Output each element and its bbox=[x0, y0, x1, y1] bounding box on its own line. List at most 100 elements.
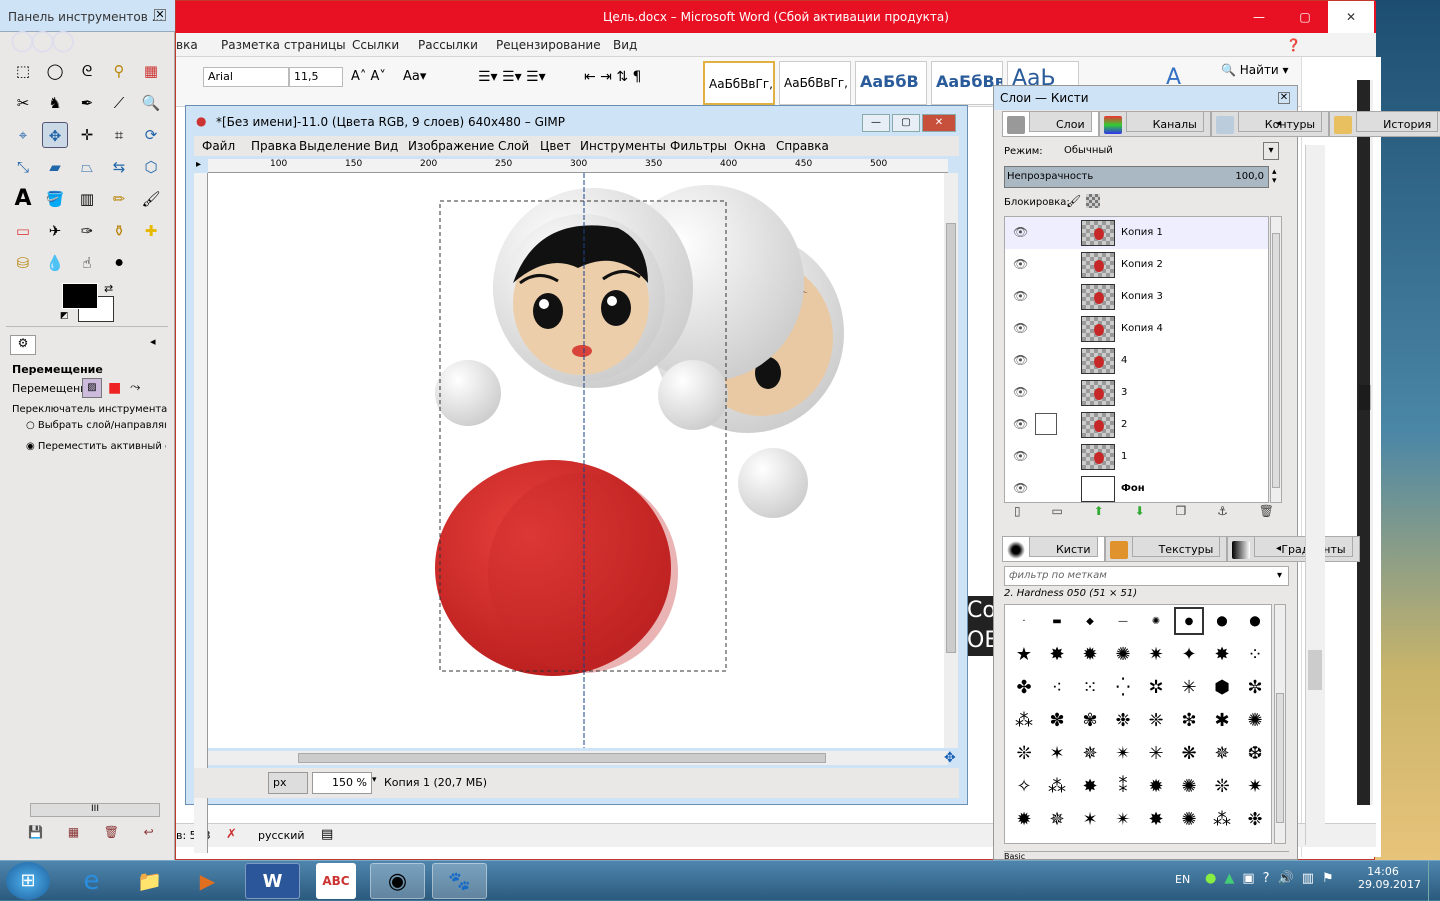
menu-select[interactable]: Выделение bbox=[299, 139, 370, 153]
image-canvas[interactable] bbox=[208, 173, 944, 748]
new-layer-icon[interactable]: ▯ bbox=[1014, 504, 1021, 518]
color-picker-icon[interactable]: ⟋ bbox=[106, 90, 132, 116]
brush-cell[interactable]: ✸ bbox=[1042, 640, 1072, 668]
brush-cell[interactable]: ⁑ bbox=[1108, 772, 1138, 800]
brush-cell[interactable]: ✶ bbox=[1075, 805, 1105, 833]
word-taskbar-icon[interactable]: W bbox=[245, 863, 300, 899]
brush-cell[interactable]: ✺ bbox=[1174, 805, 1204, 833]
lock-pixels-icon[interactable]: 🖌 bbox=[1066, 194, 1081, 208]
menu-colors[interactable]: Цвет bbox=[540, 139, 571, 153]
layers-scrollbar[interactable] bbox=[1270, 216, 1282, 503]
airbrush-icon[interactable]: ✈ bbox=[42, 218, 68, 244]
pencil-icon[interactable]: ✏ bbox=[106, 186, 132, 212]
brush-cell[interactable]: ❇ bbox=[1174, 706, 1204, 734]
brush-cell[interactable]: ✹ bbox=[1009, 805, 1039, 833]
menu-view[interactable]: Вид bbox=[374, 139, 398, 153]
layer-row[interactable]: 👁 3 bbox=[1005, 377, 1268, 409]
help-icon[interactable]: ❓ bbox=[1286, 38, 1301, 52]
media-player-icon[interactable]: ▶ bbox=[180, 863, 235, 899]
ie-icon[interactable]: e bbox=[64, 863, 119, 899]
brush-cell[interactable]: ✸ bbox=[1207, 640, 1237, 668]
macro-icon[interactable]: ▤ bbox=[321, 827, 333, 842]
dodge-burn-icon[interactable]: ⚫ bbox=[106, 250, 132, 276]
align-icon[interactable]: ✛ bbox=[74, 122, 100, 148]
brush-cell[interactable]: ⁖ bbox=[1042, 673, 1072, 701]
change-case-icon[interactable]: Aa▾ bbox=[403, 69, 426, 84]
brush-cell[interactable]: ✶ bbox=[1042, 739, 1072, 767]
brush-cell[interactable]: ✺ bbox=[1240, 706, 1270, 734]
show-desktop-button[interactable] bbox=[1428, 861, 1440, 901]
brush-cell[interactable]: ✱ bbox=[1207, 706, 1237, 734]
tab-brushes[interactable]: Кисти bbox=[1002, 536, 1105, 562]
brush-cell[interactable]: ⬤ bbox=[1240, 607, 1270, 635]
brush-cell[interactable]: ✷ bbox=[1240, 772, 1270, 800]
gradient-icon[interactable]: ▥ bbox=[74, 186, 100, 212]
brush-cell[interactable]: ⁂ bbox=[1207, 805, 1237, 833]
close-icon[interactable]: ✕ bbox=[154, 9, 166, 21]
tab-layout[interactable]: Разметка страницы bbox=[221, 38, 346, 52]
brush-cell[interactable]: ⁘ bbox=[1240, 640, 1270, 668]
move-selection-icon[interactable]: ■ bbox=[108, 380, 121, 396]
ink-icon[interactable]: ✑ bbox=[74, 218, 100, 244]
tab-paths[interactable]: Контуры bbox=[1210, 111, 1330, 137]
menu-filters[interactable]: Фильтры bbox=[670, 139, 727, 153]
bullets-icon[interactable]: ☰▾ ☰▾ ☰▾ bbox=[478, 69, 546, 85]
radio-pick-layer[interactable]: ○ Выбрать слой/направляю bbox=[26, 420, 166, 431]
free-select-icon[interactable]: ᘓ bbox=[74, 58, 100, 84]
layer-row[interactable]: 👁 Фон bbox=[1005, 473, 1268, 505]
layer-row[interactable]: 👁 Копия 4 bbox=[1005, 313, 1268, 345]
indent-icon[interactable]: ⇤ ⇥ ⇅ ¶ bbox=[584, 69, 641, 85]
help-tray-icon[interactable]: ? bbox=[1263, 871, 1270, 886]
visibility-eye-icon[interactable]: 👁 bbox=[1013, 417, 1028, 431]
menu-windows[interactable]: Окна bbox=[734, 139, 766, 153]
brush-cell[interactable]: ✺ bbox=[1108, 640, 1138, 668]
mode-select[interactable]: Обычный ▾ bbox=[1064, 142, 1279, 162]
brush-cell[interactable]: ❊ bbox=[1207, 772, 1237, 800]
tab-view[interactable]: Вид bbox=[613, 38, 637, 52]
duplicate-layer-icon[interactable]: ❐ bbox=[1176, 504, 1187, 518]
brush-cell[interactable]: ✺ bbox=[1174, 772, 1204, 800]
tab-insert[interactable]: вка bbox=[176, 38, 198, 52]
flip-icon[interactable]: ⇆ bbox=[106, 154, 132, 180]
tab-references[interactable]: Ссылки bbox=[352, 38, 399, 52]
menu-image[interactable]: Изображение bbox=[408, 139, 494, 153]
tray-app-icon[interactable]: ● bbox=[1205, 871, 1216, 886]
radio-move-active[interactable]: ◉ Переместить активный сл bbox=[26, 441, 166, 452]
clock[interactable]: 14:06 29.09.2017 bbox=[1358, 865, 1421, 891]
brush-cell[interactable]: ✾ bbox=[1075, 706, 1105, 734]
brush-cell[interactable]: ✴ bbox=[1108, 739, 1138, 767]
bucket-fill-icon[interactable]: 🪣 bbox=[42, 186, 68, 212]
close-button[interactable]: ✕ bbox=[922, 114, 956, 132]
layer-row[interactable]: 👁 Копия 2 bbox=[1005, 249, 1268, 281]
lock-alpha-icon[interactable] bbox=[1086, 194, 1100, 208]
visibility-eye-icon[interactable]: 👁 bbox=[1013, 289, 1028, 303]
layer-row[interactable]: 👁 Копия 1 bbox=[1005, 217, 1268, 249]
brush-cell[interactable]: ⬤ bbox=[1207, 607, 1237, 635]
tool-options-tab-icon[interactable]: ⚙ bbox=[10, 335, 36, 355]
brush-cell[interactable]: ❉ bbox=[1240, 805, 1270, 833]
menu-tools[interactable]: Инструменты bbox=[580, 139, 666, 153]
brush-cell[interactable]: ✤ bbox=[1009, 673, 1039, 701]
panel-menu-icon[interactable]: ◂ bbox=[150, 335, 156, 348]
brush-cell[interactable]: ✹ bbox=[1141, 772, 1171, 800]
close-button[interactable]: ✕ bbox=[1328, 1, 1374, 33]
tab-layers[interactable]: Слои bbox=[1002, 111, 1099, 137]
spell-check-icon[interactable]: ✗ bbox=[226, 827, 237, 842]
brush-cell[interactable]: ● bbox=[1174, 607, 1204, 635]
brush-cell[interactable]: ⁂ bbox=[1042, 772, 1072, 800]
style-no-spacing[interactable]: АаБбВвГг, bbox=[779, 61, 851, 105]
brush-cell[interactable]: ▬ bbox=[1042, 607, 1072, 635]
scissors-icon[interactable]: ✂ bbox=[10, 90, 36, 116]
minimize-button[interactable]: — bbox=[1236, 1, 1282, 33]
canvas-vertical-scrollbar[interactable] bbox=[944, 173, 958, 748]
font-name-input[interactable]: Arial bbox=[203, 67, 289, 87]
volume-icon[interactable]: 🔊 bbox=[1278, 871, 1294, 886]
blur-icon[interactable]: 💧 bbox=[42, 250, 68, 276]
gimp-taskbar-icon[interactable]: 🐾 bbox=[432, 863, 487, 899]
brush-cell[interactable]: ✺ bbox=[1141, 607, 1171, 635]
dock-side-scroll[interactable] bbox=[1305, 145, 1325, 845]
restore-options-icon[interactable]: ▦ bbox=[68, 825, 79, 839]
default-colors-icon[interactable]: ◩ bbox=[60, 311, 69, 321]
tab-gradients[interactable]: Градиенты bbox=[1227, 536, 1360, 562]
delete-layer-icon[interactable]: 🗑 bbox=[1259, 504, 1274, 518]
